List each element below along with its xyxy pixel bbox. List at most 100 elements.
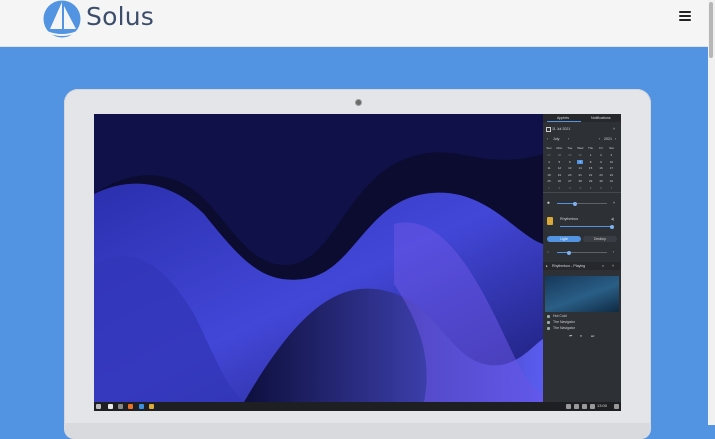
app-volume-slider[interactable]	[560, 224, 614, 229]
calendar-day[interactable]: 30	[577, 153, 583, 157]
calendar-day[interactable]: 29	[588, 179, 594, 183]
volume-tray-icon[interactable]	[582, 404, 587, 409]
calendar-day[interactable]: 10	[608, 160, 614, 164]
calendar-day[interactable]: 26	[556, 179, 562, 183]
notification-icon[interactable]	[566, 404, 571, 409]
solus-logo-icon[interactable]	[42, 0, 82, 38]
taskbar-clock[interactable]: 13:00	[597, 403, 607, 408]
network-icon[interactable]	[574, 404, 579, 409]
calendar-day[interactable]: 24	[608, 173, 614, 177]
power-tray-icon[interactable]	[590, 404, 595, 409]
brand-name[interactable]: Solus	[86, 2, 154, 31]
calendar-day[interactable]: 7	[577, 159, 584, 164]
calendar-day[interactable]: 23	[598, 173, 604, 177]
calendar-day[interactable]: 28	[556, 153, 562, 157]
calendar-day[interactable]: 5	[556, 160, 562, 164]
webcam-icon	[355, 99, 362, 106]
light-button[interactable]: Light	[547, 236, 581, 242]
wallpaper-image	[94, 114, 543, 402]
rhythmbox-app-icon	[547, 217, 553, 225]
media-collapse-icon[interactable]: ˅	[612, 264, 614, 268]
prev-year-icon[interactable]: ‹	[599, 137, 600, 141]
sound-app-name: Rhythmbox	[560, 217, 579, 221]
desktop-button[interactable]: Desktop	[583, 236, 617, 242]
raven-toggle-icon[interactable]	[614, 404, 619, 409]
menu-grid-icon[interactable]	[96, 404, 101, 409]
calendar-day[interactable]: 27	[546, 153, 552, 157]
calendar-day[interactable]: 29	[567, 153, 573, 157]
calendar-day[interactable]: 13	[567, 166, 573, 170]
next-year-icon[interactable]: ›	[615, 137, 616, 141]
laptop-base	[64, 423, 651, 439]
laptop-mockup: Applets Notifications 11 Jul 2021 ˅ ‹ Ju…	[64, 89, 651, 439]
next-month-icon[interactable]: ›	[568, 137, 569, 141]
software-center-icon[interactable]	[139, 404, 144, 409]
raven-sidebar: Applets Notifications 11 Jul 2021 ˅ ‹ Ju…	[543, 114, 621, 402]
weekday-label: Thu	[588, 146, 594, 150]
calendar-day[interactable]: 28	[577, 179, 583, 183]
previous-track-icon[interactable]: ⏮	[569, 334, 572, 338]
media-header: ▸ Rhythmbox - Playing × ˅	[543, 262, 621, 270]
calendar-day[interactable]: 11	[546, 166, 552, 170]
calendar-day[interactable]: 31	[608, 179, 614, 183]
calendar-day[interactable]: 4	[577, 186, 583, 190]
files-icon[interactable]	[108, 404, 113, 409]
tab-applets[interactable]: Applets	[557, 116, 569, 120]
calendar-day[interactable]: 22	[588, 173, 594, 177]
hamburger-menu-icon[interactable]	[679, 11, 691, 23]
calendar-day[interactable]: 1	[546, 186, 552, 190]
calendar-day[interactable]: 4	[546, 160, 552, 164]
calendar-day[interactable]: 2	[598, 153, 604, 157]
pause-icon[interactable]: ⏸	[580, 334, 582, 338]
media-close-icon[interactable]: ×	[602, 264, 604, 268]
calendar-month: July	[553, 137, 560, 141]
page-scrollbar[interactable]	[708, 0, 715, 425]
calendar-day[interactable]: 15	[588, 166, 594, 170]
calendar-day[interactable]: 14	[577, 166, 583, 170]
calendar-day[interactable]: 9	[598, 160, 604, 164]
active-tab-indicator	[547, 121, 581, 122]
calendar-day[interactable]: 17	[608, 166, 614, 170]
calendar-day[interactable]: 19	[556, 173, 562, 177]
weekday-label: Fri	[599, 146, 603, 150]
calendar-day[interactable]: 3	[567, 186, 573, 190]
calendar-day[interactable]: 1	[588, 153, 594, 157]
weekday-label: Wed	[577, 146, 584, 150]
weekday-label: Sat	[609, 146, 614, 150]
weekday-label: Mon	[556, 146, 563, 150]
prev-month-icon[interactable]: ‹	[547, 137, 548, 141]
calendar-day[interactable]: 12	[556, 166, 562, 170]
calendar-day[interactable]: 3	[608, 153, 614, 157]
output-chevron-icon[interactable]: ›	[613, 250, 614, 254]
taskbar: 13:00	[94, 402, 621, 411]
calendar-day[interactable]: 20	[567, 173, 573, 177]
calendar-day[interactable]: 5	[588, 186, 594, 190]
media-play-icon: ▸	[546, 264, 548, 268]
brightness-slider[interactable]	[557, 201, 607, 206]
calendar-day[interactable]: 7	[608, 186, 614, 190]
firefox-icon[interactable]	[128, 404, 133, 409]
calendar-day[interactable]: 21	[577, 173, 583, 177]
master-volume-slider[interactable]	[557, 250, 607, 255]
media-title: Rhythmbox - Playing	[552, 264, 586, 268]
track-artist: The Navigator	[553, 326, 575, 330]
divider	[543, 192, 621, 193]
calendar-day[interactable]: 2	[556, 186, 562, 190]
calendar-day[interactable]: 6	[567, 160, 573, 164]
calendar-day[interactable]: 6	[598, 186, 604, 190]
rhythmbox-icon[interactable]	[149, 404, 154, 409]
calendar-day[interactable]: 30	[598, 179, 604, 183]
calendar-day[interactable]: 18	[546, 173, 552, 177]
expand-chevron-icon[interactable]: ˅	[613, 201, 615, 205]
track-album: The Navigator	[553, 320, 575, 324]
raven-tabs: Applets Notifications	[543, 114, 621, 122]
collapse-chevron-icon[interactable]: ˅	[613, 127, 615, 131]
calendar-day[interactable]: 16	[598, 166, 604, 170]
terminal-icon[interactable]	[118, 404, 123, 409]
calendar-day[interactable]: 25	[546, 179, 552, 183]
scrollbar-thumb[interactable]	[709, 2, 713, 58]
tab-notifications[interactable]: Notifications	[591, 116, 611, 120]
calendar-day[interactable]: 8	[588, 160, 594, 164]
next-track-icon[interactable]: ⏭	[591, 334, 594, 338]
calendar-day[interactable]: 27	[567, 179, 573, 183]
